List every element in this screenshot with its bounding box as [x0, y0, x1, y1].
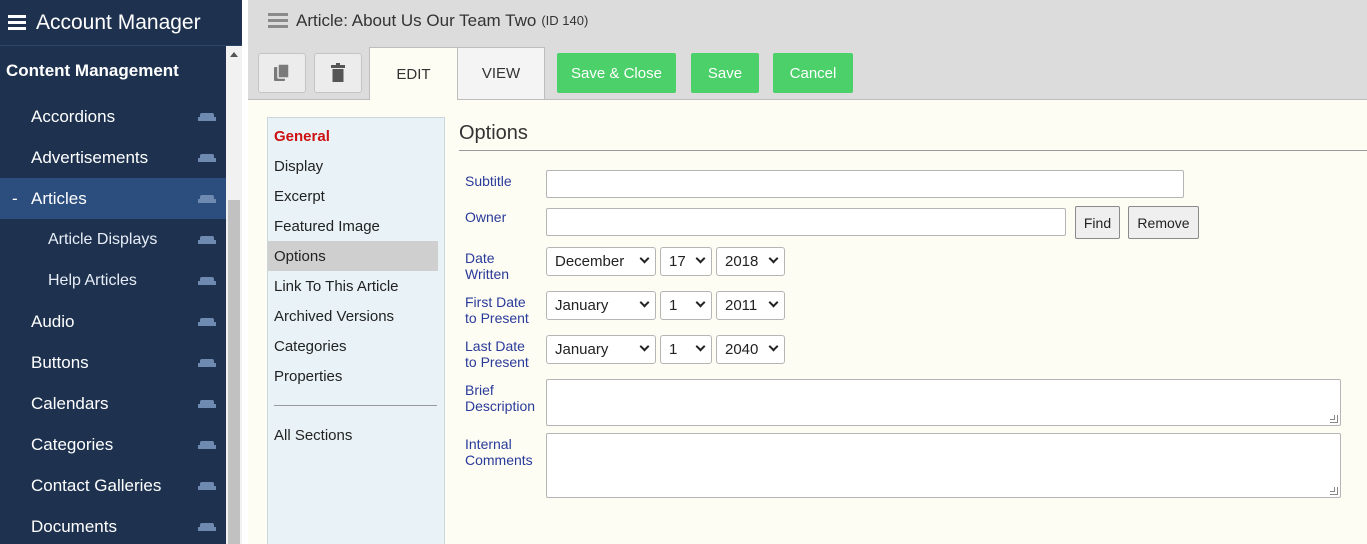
brief-description-label: Brief Description — [465, 382, 536, 414]
sidebar-item-contact-galleries[interactable]: Contact Galleries — [0, 465, 226, 506]
save-button[interactable]: Save — [691, 53, 759, 93]
tab-edit[interactable]: EDIT — [369, 47, 458, 101]
chevron-down-icon — [695, 253, 706, 264]
tab-view[interactable]: VIEW — [457, 47, 545, 100]
tray-icon[interactable] — [198, 523, 216, 531]
tray-icon[interactable] — [198, 154, 216, 162]
subtitle-label: Subtitle — [465, 173, 512, 189]
first-date-day-select[interactable]: 1 — [660, 291, 712, 320]
date-written-month-select[interactable]: December — [546, 247, 656, 276]
owner-label: Owner — [465, 209, 507, 225]
sidebar-item-audio[interactable]: Audio — [0, 301, 226, 342]
first-date-label: First Date to Present — [465, 294, 529, 326]
tray-icon[interactable] — [198, 113, 216, 121]
subtitle-input[interactable] — [546, 170, 1184, 198]
date-written-day-select[interactable]: 17 — [660, 247, 712, 276]
top-bar: Article: About Us Our Team Two (ID 140) … — [248, 0, 1367, 101]
record-id: (ID 140) — [541, 13, 589, 28]
hamburger-menu-icon[interactable] — [8, 12, 26, 33]
tray-icon[interactable] — [198, 359, 216, 367]
drag-handle-icon[interactable] — [268, 10, 288, 31]
tray-icon[interactable] — [198, 236, 216, 244]
app-title: Account Manager — [36, 10, 201, 34]
section-categories[interactable]: Categories — [268, 331, 444, 361]
sidebar-scrollbar[interactable] — [226, 46, 242, 544]
chevron-down-icon — [695, 297, 706, 308]
last-date-label: Last Date to Present — [465, 338, 529, 370]
sidebar-item-article-displays[interactable]: Article Displays — [0, 219, 226, 260]
resize-handle-icon[interactable] — [1330, 487, 1338, 495]
section-excerpt[interactable]: Excerpt — [268, 181, 444, 211]
section-properties[interactable]: Properties — [268, 361, 444, 391]
sidebar-item-categories[interactable]: Categories — [0, 424, 226, 465]
tray-icon[interactable] — [198, 277, 216, 285]
first-date-month-select[interactable]: January — [546, 291, 656, 320]
sidebar-item-buttons[interactable]: Buttons — [0, 342, 226, 383]
sidebar-section-title[interactable]: Content Management — [0, 46, 242, 96]
chevron-down-icon — [639, 297, 650, 308]
date-written-label: Date Written — [465, 250, 510, 282]
section-archived-versions[interactable]: Archived Versions — [268, 301, 444, 331]
tray-icon[interactable] — [198, 318, 216, 326]
section-display[interactable]: Display — [268, 151, 444, 181]
trash-icon — [331, 63, 345, 82]
section-nav: General Display Excerpt Featured Image O… — [267, 117, 445, 544]
form-title: Options — [459, 122, 1367, 151]
chevron-down-icon — [695, 341, 706, 352]
page-title: Article: About Us Our Team Two — [296, 10, 537, 30]
sidebar-item-calendars[interactable]: Calendars — [0, 383, 226, 424]
main-panel: Article: About Us Our Team Two (ID 140) … — [248, 0, 1367, 544]
section-link-to-article[interactable]: Link To This Article — [268, 271, 444, 301]
chevron-down-icon — [768, 253, 779, 264]
find-button[interactable]: Find — [1075, 206, 1120, 239]
content-area: General Display Excerpt Featured Image O… — [248, 100, 1367, 544]
brief-description-textarea[interactable] — [546, 379, 1341, 426]
tray-icon[interactable] — [198, 400, 216, 408]
sidebar-item-accordions[interactable]: Accordions — [0, 96, 226, 137]
options-form: Options Subtitle Owner Find Remove Date W… — [459, 122, 1367, 498]
last-date-year-select[interactable]: 2040 — [716, 335, 785, 364]
cancel-button[interactable]: Cancel — [773, 53, 853, 93]
owner-input[interactable] — [546, 208, 1066, 236]
internal-comments-label: Internal Comments — [465, 436, 533, 468]
scroll-up-arrow-icon[interactable] — [230, 52, 238, 57]
sidebar-nav: Accordions Advertisements - Articles Arti… — [0, 96, 226, 544]
page-title-bar: Article: About Us Our Team Two (ID 140) — [268, 10, 588, 31]
sidebar-item-documents[interactable]: Documents — [0, 506, 226, 544]
remove-button[interactable]: Remove — [1128, 206, 1199, 239]
save-close-button[interactable]: Save & Close — [557, 53, 676, 93]
chevron-down-icon — [639, 253, 650, 264]
date-written-year-select[interactable]: 2018 — [716, 247, 785, 276]
section-divider — [274, 405, 437, 406]
sidebar-item-help-articles[interactable]: Help Articles — [0, 260, 226, 301]
scrollbar-thumb[interactable] — [228, 200, 240, 544]
sidebar-item-articles[interactable]: - Articles — [0, 178, 226, 219]
sidebar: Account Manager Content Management Accor… — [0, 0, 242, 544]
internal-comments-textarea[interactable] — [546, 433, 1341, 498]
tray-icon[interactable] — [198, 441, 216, 449]
first-date-year-select[interactable]: 2011 — [716, 291, 785, 320]
chevron-down-icon — [768, 341, 779, 352]
last-date-day-select[interactable]: 1 — [660, 335, 712, 364]
section-options[interactable]: Options — [268, 241, 438, 271]
tray-icon[interactable] — [198, 482, 216, 490]
tray-icon[interactable] — [198, 195, 216, 203]
sidebar-item-advertisements[interactable]: Advertisements — [0, 137, 226, 178]
collapse-icon[interactable]: - — [12, 189, 18, 209]
chevron-down-icon — [639, 341, 650, 352]
section-general[interactable]: General — [268, 121, 444, 151]
chevron-down-icon — [768, 297, 779, 308]
resize-handle-icon[interactable] — [1330, 415, 1338, 423]
section-featured-image[interactable]: Featured Image — [268, 211, 444, 241]
section-all-sections[interactable]: All Sections — [268, 420, 444, 450]
copy-button[interactable] — [258, 53, 306, 93]
delete-button[interactable] — [314, 53, 362, 93]
sidebar-brand[interactable]: Account Manager — [0, 0, 242, 46]
copy-icon — [274, 63, 290, 81]
last-date-month-select[interactable]: January — [546, 335, 656, 364]
